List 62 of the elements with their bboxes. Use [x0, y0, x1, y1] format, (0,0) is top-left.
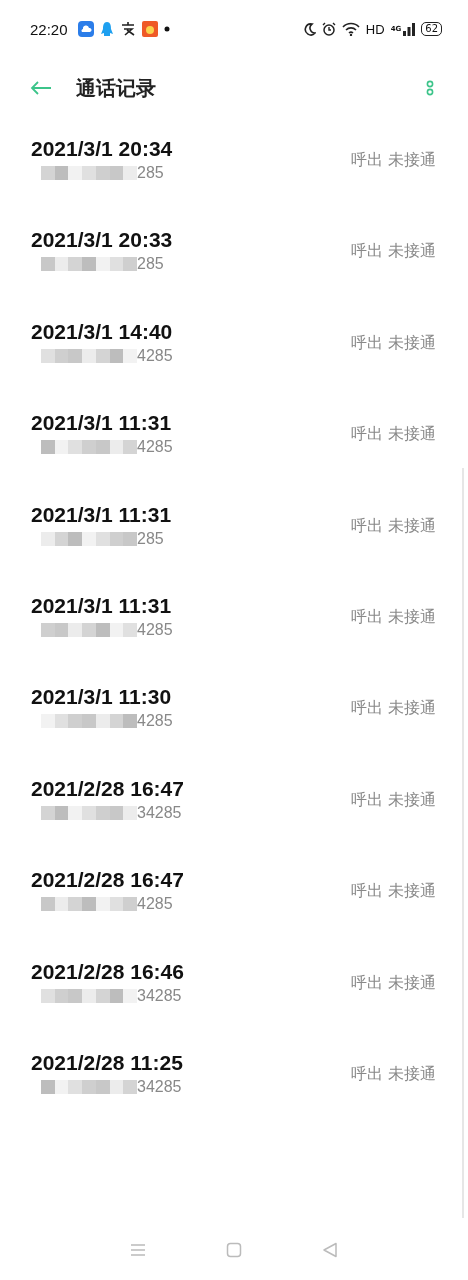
call-log-item[interactable]: 2021/3/1 14:40 4285 呼出 未接通 — [0, 318, 468, 411]
alarm-icon — [321, 22, 336, 36]
status-time: 22:20 — [30, 20, 68, 38]
phone-number: 4285 — [137, 712, 173, 731]
call-log-item[interactable]: 2021/3/1 20:34 285 呼出 未接通 — [0, 136, 468, 228]
reward-app-icon — [141, 21, 158, 37]
call-status: 呼出 未接通 — [350, 1063, 436, 1085]
call-status: 呼出 未接通 — [350, 972, 436, 994]
call-log-item[interactable]: 2021/2/28 16:47 4285 呼出 未接通 — [0, 867, 468, 959]
signal-icon — [403, 22, 416, 36]
moon-icon — [303, 22, 316, 36]
call-status: 呼出 未接通 — [350, 424, 436, 446]
call-log-item[interactable]: 2021/3/1 11:31 4285 呼出 未接通 — [0, 592, 468, 685]
call-log-item[interactable]: 2021/2/28 11:25 34285 呼出 未接通 — [0, 1049, 468, 1142]
phone-number: 4285 — [137, 620, 173, 639]
call-time: 2021/3/1 11:30 — [31, 684, 173, 711]
wifi-icon — [341, 22, 360, 36]
call-time: 2021/3/1 11:31 — [31, 501, 172, 528]
call-status: 呼出 未接通 — [350, 789, 436, 811]
phone-number: 4285 — [137, 438, 173, 457]
call-log-item[interactable]: 2021/3/1 20:33 285 呼出 未接通 — [0, 227, 468, 319]
call-status: 呼出 未接通 — [350, 515, 436, 537]
call-status: 呼出 未接通 — [350, 241, 436, 263]
call-log-item[interactable]: 2021/3/1 11:30 4285 呼出 未接通 — [0, 684, 468, 776]
phone-number: 4285 — [137, 895, 173, 914]
more-options-icon[interactable] — [426, 80, 434, 96]
call-time: 2021/3/1 20:33 — [31, 227, 173, 254]
phone-number: 34285 — [137, 986, 182, 1005]
call-status: 呼出 未接通 — [350, 881, 436, 903]
phone-number: 34285 — [137, 1077, 182, 1096]
call-status: 呼出 未接通 — [350, 606, 436, 628]
phone-number: 34285 — [137, 803, 182, 822]
call-status: 呼出 未接通 — [350, 332, 436, 354]
penguin-app-icon — [99, 21, 114, 37]
call-status: 呼出 未接通 — [350, 698, 436, 720]
pay-app-icon — [119, 21, 136, 37]
call-time: 2021/3/1 11:31 — [31, 410, 173, 437]
menu-icon[interactable] — [130, 1243, 146, 1257]
hd-label: HD — [365, 21, 385, 37]
page-title: 通话记录 — [76, 74, 157, 102]
cloud-app-icon — [77, 21, 94, 37]
call-log-item[interactable]: 2021/2/28 16:47 34285 呼出 未接通 — [0, 775, 468, 868]
call-time: 2021/3/1 11:31 — [31, 592, 173, 619]
call-time: 2021/3/1 14:40 — [31, 318, 173, 345]
call-time: 2021/2/28 11:25 — [31, 1049, 183, 1076]
call-log-item[interactable]: 2021/2/28 16:46 34285 呼出 未接通 — [0, 958, 468, 1050]
call-time: 2021/2/28 16:47 — [31, 867, 184, 894]
call-time: 2021/2/28 16:46 — [31, 958, 184, 985]
call-status: 呼出 未接通 — [350, 150, 436, 171]
back-triangle-icon[interactable] — [322, 1242, 338, 1258]
battery-indicator: 62 — [421, 22, 442, 36]
phone-number: 285 — [137, 529, 164, 548]
phone-number: 285 — [137, 164, 164, 182]
call-time: 2021/2/28 16:47 — [31, 775, 184, 802]
call-log-item[interactable]: 2021/3/1 11:31 4285 呼出 未接通 — [0, 410, 468, 502]
call-log-item[interactable]: 2021/3/1 11:31 285 呼出 未接通 — [0, 501, 468, 593]
notification-dot-icon — [163, 26, 170, 32]
phone-number: 285 — [137, 255, 164, 274]
back-arrow-icon[interactable] — [30, 80, 52, 96]
home-square-icon[interactable] — [226, 1242, 242, 1258]
call-time: 2021/3/1 20:34 — [31, 136, 173, 162]
phone-number: 4285 — [137, 346, 173, 365]
